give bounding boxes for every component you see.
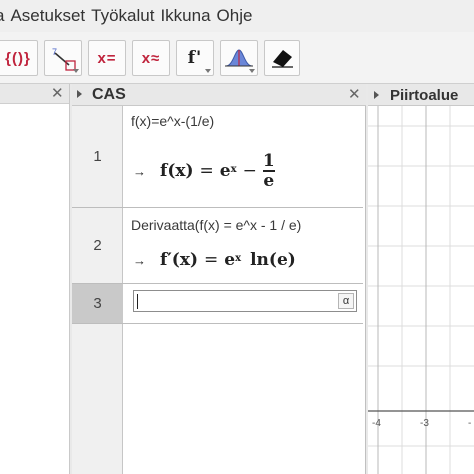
probability-tool-button[interactable] — [220, 40, 258, 76]
collapse-arrow-icon[interactable] — [77, 90, 82, 98]
menu-item-window[interactable]: Ikkuna — [160, 6, 210, 26]
close-icon[interactable]: ✕ — [51, 86, 64, 101]
output-minus: − — [242, 161, 257, 181]
output-tail: ln(e) — [250, 250, 296, 270]
numeric-tool-button[interactable]: x≈ — [132, 40, 170, 76]
slope-tool-button[interactable]: 7 — [44, 40, 82, 76]
x-tick-label: -4 — [372, 418, 381, 429]
eraser-icon — [272, 50, 293, 68]
output-base: e — [219, 161, 231, 181]
cas-cell[interactable]: f(x)=e^x-(1/e) → f(x) = ex − 1 e — [123, 106, 363, 207]
delete-tool-button[interactable] — [264, 40, 300, 76]
output-arrow-icon: → — [133, 163, 146, 179]
menu-item-help[interactable]: Ohje — [217, 6, 253, 26]
output-equals: = — [199, 161, 214, 181]
algebra-panel[interactable]: ✕ — [0, 84, 70, 474]
list-icon: {()} — [5, 49, 31, 67]
dropdown-indicator — [205, 69, 211, 73]
cas-cell[interactable]: α — [123, 284, 363, 323]
dropdown-indicator — [73, 69, 79, 73]
row-number[interactable]: 1 — [72, 106, 123, 207]
menu-item-settings[interactable]: Asetukset — [10, 6, 85, 26]
cas-cell[interactable]: Derivaatta(f(x) = e^x - 1 / e) → f′(x) =… — [123, 208, 363, 283]
x-tick-label: - — [468, 418, 472, 429]
distribution-curve-icon — [225, 49, 253, 67]
output-lhs: f′(x) — [160, 250, 199, 270]
output-arrow-icon: → — [133, 252, 146, 268]
text-caret — [137, 294, 138, 309]
cas-input-text[interactable]: Derivaatta(f(x) = e^x - 1 / e) — [131, 217, 301, 233]
numeric-icon: x≈ — [141, 49, 161, 67]
menu-bar: a Asetukset Työkalut Ikkuna Ohje — [0, 0, 474, 32]
cas-input-field[interactable]: α — [133, 290, 357, 312]
cas-panel-title: CAS — [92, 86, 126, 103]
fraction-denominator: e — [263, 171, 275, 191]
close-icon[interactable]: ✕ — [348, 87, 361, 102]
list-tool-button[interactable]: {()} — [0, 40, 38, 76]
output-exponent: x — [230, 163, 237, 175]
output-equals: = — [204, 250, 219, 270]
cas-row-active[interactable]: 3 α — [72, 284, 363, 324]
graphics-panel-header: Piirtoalue — [368, 84, 474, 106]
derivative-tool-button[interactable]: f' — [176, 40, 214, 76]
x-tick-label: -3 — [420, 418, 429, 429]
alpha-keyboard-button[interactable]: α — [338, 293, 354, 309]
evaluate-icon: x= — [97, 49, 117, 67]
output-lhs: f(x) — [160, 161, 194, 181]
derivative-icon: f' — [187, 48, 203, 68]
cas-row[interactable]: 1 f(x)=e^x-(1/e) → f(x) = ex − 1 e — [72, 106, 363, 208]
cas-input-text[interactable]: f(x)=e^x-(1/e) — [131, 113, 214, 129]
graphics-panel-title: Piirtoalue — [390, 87, 459, 104]
dropdown-indicator — [249, 69, 255, 73]
evaluate-tool-button[interactable]: x= — [88, 40, 126, 76]
algebra-panel-header: ✕ — [0, 84, 69, 104]
cas-panel-header: CAS ✕ — [72, 84, 366, 106]
menu-item-tools[interactable]: Työkalut — [91, 6, 154, 26]
cas-panel: CAS ✕ 1 f(x)=e^x-(1/e) → f(x) = ex − 1 e… — [72, 84, 366, 474]
fraction-numerator: 1 — [262, 151, 275, 171]
collapse-arrow-icon[interactable] — [374, 91, 379, 99]
output-exponent: x — [235, 252, 242, 264]
cas-output: → f(x) = ex − 1 e — [133, 152, 275, 190]
row-number[interactable]: 2 — [72, 208, 123, 283]
output-base: e — [224, 250, 236, 270]
menu-item-file[interactable]: a — [0, 6, 4, 26]
slope-icon: 7 — [52, 47, 76, 71]
cas-row[interactable]: 2 Derivaatta(f(x) = e^x - 1 / e) → f′(x)… — [72, 208, 363, 284]
graphics-panel[interactable]: Piirtoalue -4 -3 - — [368, 84, 474, 474]
row-number[interactable]: 3 — [72, 284, 123, 323]
output-fraction: 1 e — [262, 151, 275, 191]
svg-text:7: 7 — [52, 47, 57, 57]
cas-output: → f′(x) = ex ln(e) — [133, 250, 296, 270]
toolbar: {()} 7 x= x≈ f' — [0, 32, 474, 84]
